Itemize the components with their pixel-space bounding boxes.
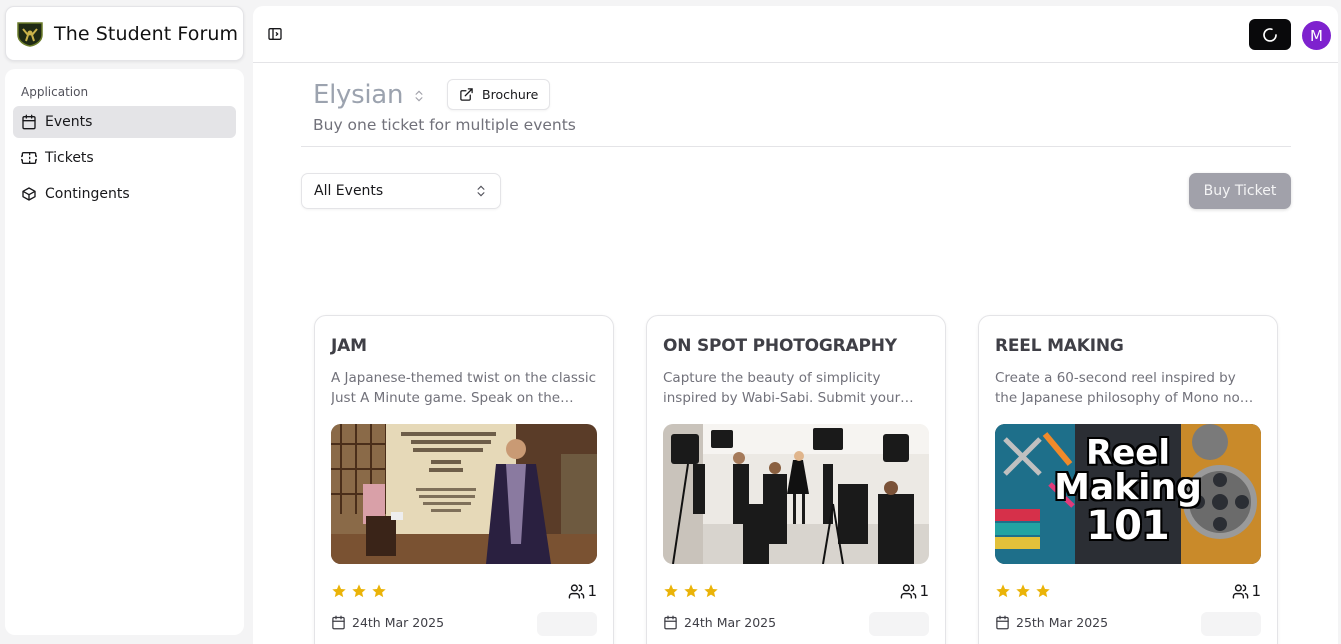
event-description: Create a 60-second reel inspired by the …	[995, 370, 1240, 406]
event-description: A Japanese-themed twist on the classic J…	[331, 370, 597, 406]
calendar-icon	[332, 615, 345, 630]
sidebar-item-label: Events	[45, 114, 93, 130]
event-date-value: 25th Mar 2025	[1016, 615, 1109, 630]
brochure-label: Brochure	[482, 87, 539, 102]
event-date: 24th Mar 2025	[663, 615, 776, 630]
spinner-icon	[1263, 27, 1277, 42]
event-title: REEL MAKING	[995, 336, 1124, 356]
star-icon	[1016, 584, 1030, 598]
event-card-reel-making[interactable]: REEL MAKING Create a 60-second reel insp…	[978, 315, 1278, 644]
participant-count: 1	[900, 582, 929, 600]
participant-count-value: 1	[587, 582, 597, 600]
loading-skeleton	[869, 612, 929, 636]
box-icon	[22, 187, 36, 201]
topbar: M	[253, 6, 1338, 63]
users-icon	[569, 583, 585, 599]
sidebar-item-tickets[interactable]: Tickets	[13, 142, 236, 174]
star-icon	[684, 584, 698, 598]
event-date: 24th Mar 2025	[331, 615, 444, 630]
event-title: JAM	[331, 336, 367, 356]
sidebar-item-label: Contingents	[45, 186, 130, 202]
star-icon	[1036, 584, 1050, 598]
buy-ticket-button[interactable]: Buy Ticket	[1189, 173, 1291, 209]
reel-poster-line: Reel	[1086, 433, 1170, 473]
external-link-icon	[460, 88, 473, 101]
sidebar-item-events[interactable]: Events	[13, 106, 236, 138]
star-icon	[996, 584, 1010, 598]
event-image	[663, 424, 929, 564]
sidebar-item-contingents[interactable]: Contingents	[13, 178, 236, 210]
loading-button[interactable]	[1249, 19, 1291, 50]
shield-logo-icon	[17, 21, 43, 47]
fest-header: Elysian Brochure Buy one ticket for mult…	[301, 78, 1291, 147]
star-rating	[995, 583, 1051, 599]
fest-title[interactable]: Elysian	[313, 80, 403, 110]
ticket-icon	[21, 152, 37, 164]
event-description: Capture the beauty of simplicity inspire…	[663, 370, 901, 406]
sidebar: Application Events Tickets Contingents	[5, 69, 244, 635]
chevrons-up-down-icon[interactable]	[412, 88, 426, 104]
event-image: Reel Making 101	[995, 424, 1261, 564]
event-filter-select[interactable]: All Events	[301, 173, 501, 209]
fest-subtitle: Buy one ticket for multiple events	[313, 116, 576, 134]
reel-poster-line: Making	[1054, 467, 1202, 508]
users-icon	[901, 583, 917, 599]
calendar-icon	[996, 615, 1009, 630]
loading-skeleton	[537, 612, 597, 636]
event-card-jam[interactable]: JAM A Japanese-themed twist on the class…	[314, 315, 614, 644]
sidebar-group-label: Application	[21, 85, 89, 99]
calendar-icon	[664, 615, 677, 630]
participant-count: 1	[1232, 582, 1261, 600]
star-icon	[332, 584, 346, 598]
star-rating	[663, 583, 719, 599]
sidebar-item-label: Tickets	[45, 150, 94, 166]
star-icon	[352, 584, 366, 598]
calendar-icon	[22, 114, 36, 130]
main-panel: M Elysian Brochure Buy one ticket for mu…	[253, 6, 1338, 644]
event-date: 25th Mar 2025	[995, 615, 1108, 630]
reel-poster-line: 101	[1086, 503, 1170, 549]
event-date-value: 24th Mar 2025	[684, 615, 777, 630]
filter-selected-value: All Events	[314, 183, 384, 199]
chevrons-up-down-icon	[477, 185, 485, 197]
users-icon	[1233, 583, 1249, 599]
star-icon	[704, 584, 718, 598]
sidebar-toggle-button[interactable]	[265, 24, 285, 44]
participant-count: 1	[568, 582, 597, 600]
star-rating	[331, 583, 387, 599]
star-icon	[664, 584, 678, 598]
participant-count-value: 1	[1251, 582, 1261, 600]
event-image	[331, 424, 597, 564]
brand-header[interactable]: The Student Forum	[5, 6, 244, 61]
star-icon	[372, 584, 386, 598]
event-title: ON SPOT PHOTOGRAPHY	[663, 336, 897, 356]
participant-count-value: 1	[919, 582, 929, 600]
loading-skeleton	[1201, 612, 1261, 636]
brand-name: The Student Forum	[54, 22, 239, 45]
reel-poster-title: Reel Making 101	[995, 424, 1261, 564]
event-card-on-spot-photography[interactable]: ON SPOT PHOTOGRAPHY Capture the beauty o…	[646, 315, 946, 644]
avatar[interactable]: M	[1302, 21, 1331, 50]
event-date-value: 24th Mar 2025	[352, 615, 445, 630]
brochure-button[interactable]: Brochure	[447, 79, 551, 110]
sidebar-toggle-icon	[268, 28, 282, 40]
